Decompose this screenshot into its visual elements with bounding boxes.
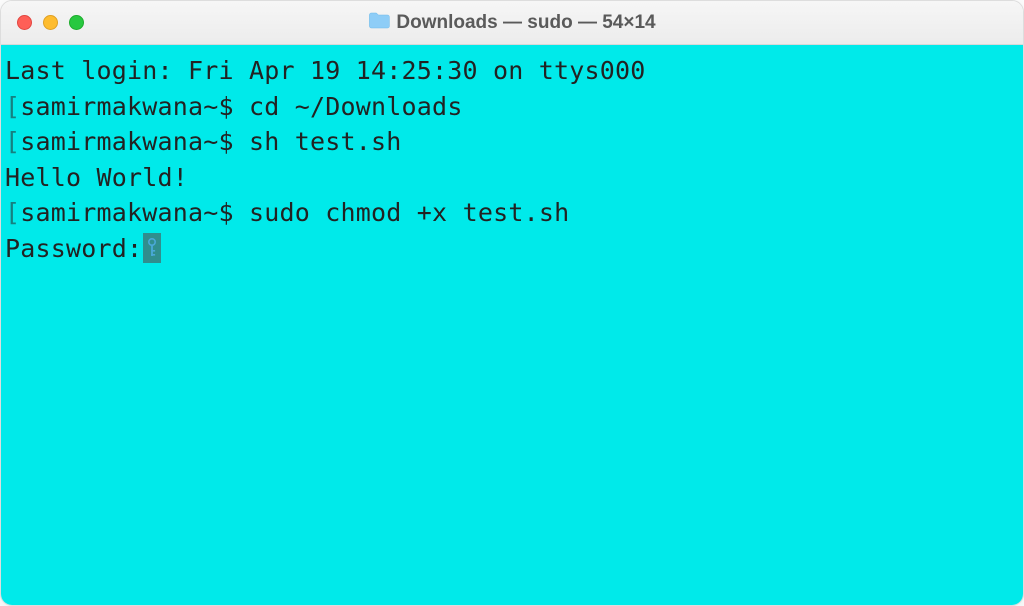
terminal-window: Downloads — sudo — 54×14 Last login: Fri… bbox=[0, 0, 1024, 606]
password-label: Password: bbox=[5, 231, 142, 267]
prompt-2: samirmakwana~$ bbox=[20, 127, 249, 156]
cmd-1: cd ~/Downloads bbox=[249, 92, 463, 121]
prompt-1: samirmakwana~$ bbox=[20, 92, 249, 121]
cmd-3: sudo chmod +x test.sh bbox=[249, 198, 569, 227]
titlebar[interactable]: Downloads — sudo — 54×14 bbox=[1, 1, 1023, 45]
folder-icon bbox=[368, 11, 390, 35]
command-line-3: [samirmakwana~$ sudo chmod +x test.sh bbox=[5, 195, 1013, 231]
output-line-1: Hello World! bbox=[5, 160, 1013, 196]
window-title-group: Downloads — sudo — 54×14 bbox=[368, 11, 655, 35]
close-button[interactable] bbox=[17, 15, 32, 30]
prompt-3: samirmakwana~$ bbox=[20, 198, 249, 227]
zoom-button[interactable] bbox=[69, 15, 84, 30]
minimize-button[interactable] bbox=[43, 15, 58, 30]
command-line-2: [samirmakwana~$ sh test.sh bbox=[5, 124, 1013, 160]
password-prompt-line: Password: bbox=[5, 231, 1013, 267]
terminal-body[interactable]: Last login: Fri Apr 19 14:25:30 on ttys0… bbox=[1, 45, 1023, 605]
last-login-line: Last login: Fri Apr 19 14:25:30 on ttys0… bbox=[5, 53, 1013, 89]
key-icon bbox=[143, 233, 161, 263]
command-line-1: [samirmakwana~$ cd ~/Downloads bbox=[5, 89, 1013, 125]
window-title: Downloads — sudo — 54×14 bbox=[396, 12, 655, 34]
cmd-2: sh test.sh bbox=[249, 127, 402, 156]
traffic-lights bbox=[17, 15, 84, 30]
